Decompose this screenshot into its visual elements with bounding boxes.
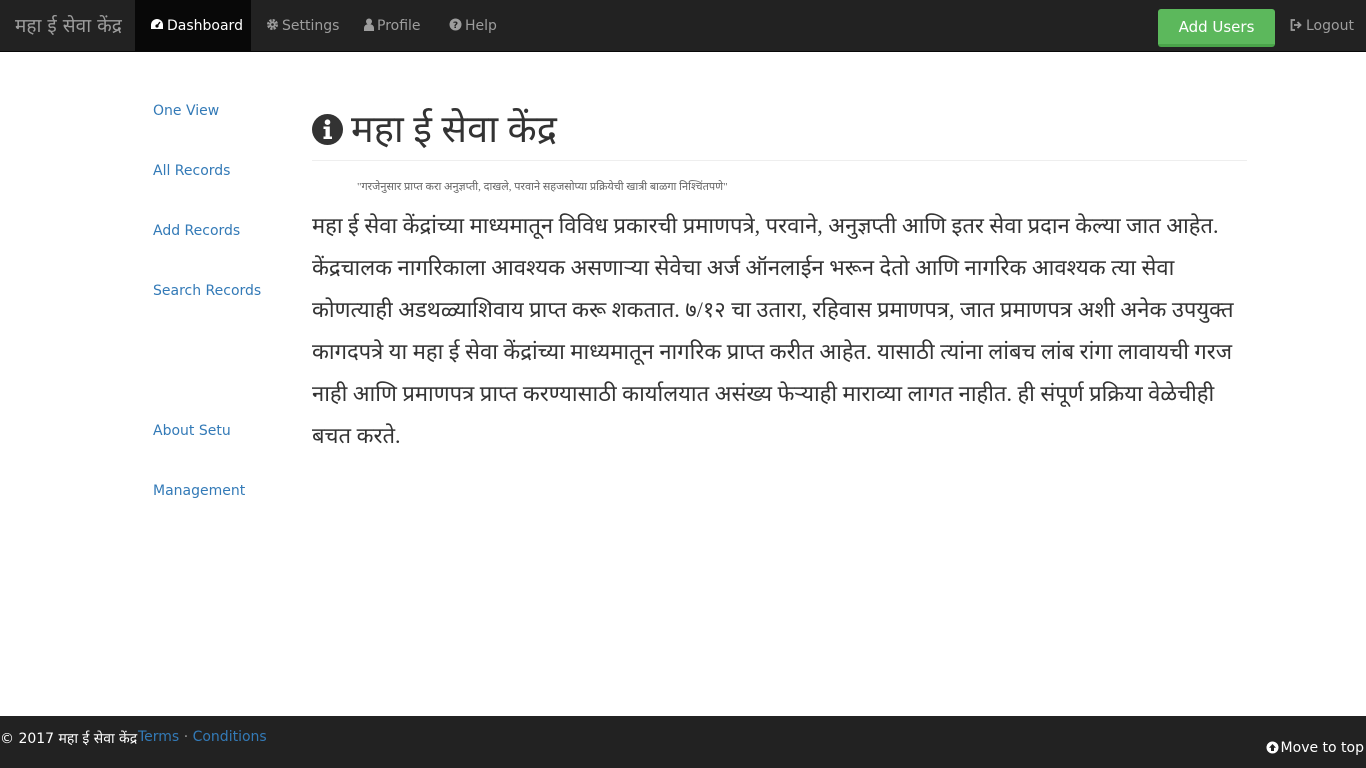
svg-text:?: ? xyxy=(453,21,458,31)
sidebar-item-add-records[interactable]: Add Records xyxy=(153,223,240,239)
add-users-button[interactable]: Add Users xyxy=(1158,9,1275,47)
footer-separator: · xyxy=(183,729,189,745)
dashboard-icon xyxy=(150,1,164,54)
top-navbar: महा ई सेवा केंद्र Dashboard Settings Pro… xyxy=(0,0,1366,52)
page-header: महा ई सेवा केंद्र xyxy=(312,106,1247,161)
nav-settings[interactable]: Settings xyxy=(266,0,339,52)
nav-help[interactable]: ? Help xyxy=(449,0,497,52)
nav-profile-label: Profile xyxy=(377,18,421,34)
footer-links: Terms · Conditions xyxy=(138,729,267,745)
sidebar-item-one-view[interactable]: One View xyxy=(153,103,219,119)
tagline: "गरजेनुसार प्राप्त करा अनुज्ञप्ती, दाखले… xyxy=(357,181,728,193)
move-to-top-link[interactable]: Move to top xyxy=(1266,740,1364,758)
nav-dashboard-label: Dashboard xyxy=(167,18,243,34)
gear-icon xyxy=(266,1,279,54)
nav-settings-label: Settings xyxy=(282,18,340,34)
sidebar-item-about-setu[interactable]: About Setu xyxy=(153,423,231,439)
terms-link[interactable]: Terms xyxy=(138,729,179,745)
question-circle-icon: ? xyxy=(449,1,462,54)
page-title-row: महा ई सेवा केंद्र xyxy=(312,106,557,154)
nav-help-label: Help xyxy=(465,18,497,34)
footer: © 2017 महा ई सेवा केंद्र Terms · Conditi… xyxy=(0,716,1366,768)
sidebar-item-all-records[interactable]: All Records xyxy=(153,163,230,179)
footer-copyright: © 2017 महा ई सेवा केंद्र xyxy=(0,731,138,747)
sidebar-item-search-records[interactable]: Search Records xyxy=(153,283,261,299)
page-title: महा ई सेवा केंद्र xyxy=(351,109,557,151)
move-to-top-label: Move to top xyxy=(1280,740,1364,756)
info-circle-icon xyxy=(312,109,343,145)
nav-dashboard[interactable]: Dashboard xyxy=(135,0,251,52)
conditions-link[interactable]: Conditions xyxy=(193,729,267,745)
body-paragraph: महा ई सेवा केंद्रांच्या माध्यमातून विविध… xyxy=(312,213,1234,448)
logout-label: Logout xyxy=(1306,18,1354,34)
arrow-circle-up-icon xyxy=(1266,741,1279,758)
logout-link[interactable]: Logout xyxy=(1290,0,1354,52)
user-icon xyxy=(364,1,374,54)
brand-link[interactable]: महा ई सेवा केंद्र xyxy=(15,0,122,52)
nav-profile[interactable]: Profile xyxy=(364,0,421,52)
logout-icon xyxy=(1290,1,1303,54)
sidebar-item-management[interactable]: Management xyxy=(153,483,245,499)
